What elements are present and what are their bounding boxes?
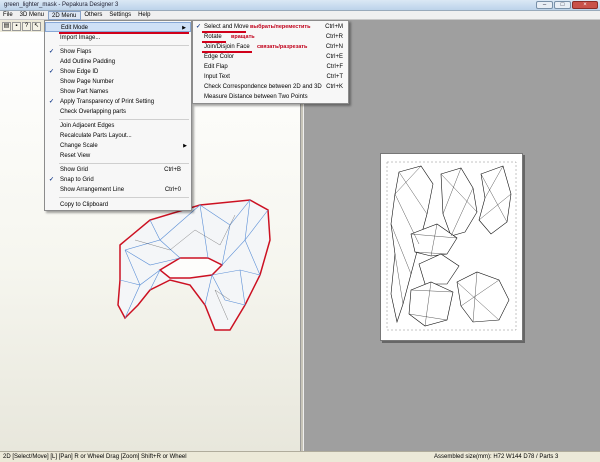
menu-item-show-grid[interactable]: Show Grid Ctrl+B: [45, 165, 191, 175]
open-icon[interactable]: ▤: [2, 21, 11, 31]
status-mode-text: 2D [Select/Move] [L] [Pan] R or Wheel Dr…: [3, 454, 187, 460]
print-page: [380, 153, 523, 341]
menu-item-edit-flap[interactable]: Edit Flap Ctrl+F: [193, 62, 348, 72]
menu-item-show-page-number[interactable]: Show Page Number: [45, 77, 191, 87]
menu-item-label: Show Part Names: [60, 89, 109, 95]
status-bar: 2D [Select/Move] [L] [Pan] R or Wheel Dr…: [0, 451, 600, 462]
checkmark-icon: ✓: [49, 99, 55, 105]
menu-2d-dropdown: Edit Mode ▶ Import Image... ✓ Show Flaps…: [44, 20, 192, 211]
menu-item-label: Show Edge ID: [60, 69, 99, 75]
menu-settings[interactable]: Settings: [106, 11, 135, 20]
menu-item-label: Recalculate Parts Layout...: [60, 133, 132, 139]
toolbar: ▤ ▪ ? ↖: [0, 20, 46, 32]
menu-item-join-adjacent-edges[interactable]: Join Adjacent Edges: [45, 121, 191, 131]
menu-item-label: Input Text: [204, 74, 230, 80]
menu-separator: [59, 163, 189, 164]
help-icon[interactable]: ?: [22, 21, 31, 31]
menu-item-label: Measure Distance between Two Points: [204, 94, 308, 100]
annotation-select-move: выбрать/переместить: [250, 24, 311, 30]
minimize-button[interactable]: –: [536, 1, 553, 9]
submenu-arrow-icon: ▶: [183, 143, 187, 149]
menu-item-label: Add Outline Padding: [60, 59, 116, 65]
menu-item-snap-to-grid[interactable]: ✓ Snap to Grid: [45, 175, 191, 185]
checkmark-icon: ✓: [49, 177, 55, 183]
status-assembled-size: Assembled size(mm): H72 W144 D78 / Parts…: [434, 454, 559, 460]
menu-item-label: Show Grid: [60, 167, 89, 173]
menu-item-show-part-names[interactable]: Show Part Names: [45, 87, 191, 97]
menu-item-shortcut: Ctrl+E: [326, 54, 343, 60]
menu-item-label: Apply Transparency of Print Setting: [60, 99, 155, 105]
menu-item-shortcut: Ctrl+B: [164, 167, 181, 173]
menu-item-check-overlapping[interactable]: Check Overlapping parts: [45, 107, 191, 117]
menu-item-label: Reset View: [60, 153, 91, 159]
menu-item-label: Edge Color: [204, 54, 235, 60]
annotation-rotate: вращать: [231, 34, 255, 40]
menu-item-input-text[interactable]: Input Text Ctrl+T: [193, 72, 348, 82]
edit-mode-submenu: ✓ Select and Move выбрать/переместить Ct…: [192, 20, 349, 104]
title-bar: green_lighter_mask - Pepakura Designer 3…: [0, 0, 600, 11]
menu-others[interactable]: Others: [81, 11, 106, 20]
menu-item-shortcut: Ctrl+R: [325, 34, 343, 40]
menu-item-recalculate-layout[interactable]: Recalculate Parts Layout...: [45, 131, 191, 141]
menu-item-label: Copy to Clipboard: [60, 202, 109, 208]
menu-item-import-image[interactable]: Import Image...: [45, 33, 191, 43]
menu-item-show-flaps[interactable]: ✓ Show Flaps: [45, 47, 191, 57]
menu-item-change-scale[interactable]: Change Scale ▶: [45, 141, 191, 151]
checkmark-icon: ✓: [196, 24, 202, 30]
menu-separator: [59, 119, 189, 120]
menu-item-label: Show Flaps: [60, 49, 92, 55]
checkmark-icon: ✓: [49, 69, 55, 75]
menu-item-label: Snap to Grid: [60, 177, 94, 183]
menu-item-label: Check Overlapping parts: [60, 109, 127, 115]
menu-item-measure-distance[interactable]: Measure Distance between Two Points: [193, 92, 348, 102]
select-icon[interactable]: ↖: [32, 21, 41, 31]
menu-item-apply-transparency[interactable]: ✓ Apply Transparency of Print Setting: [45, 97, 191, 107]
menu-item-label: Show Arrangement Line: [60, 187, 125, 193]
menu-2d[interactable]: 2D Menu: [48, 11, 82, 20]
menu-help[interactable]: Help: [135, 11, 154, 20]
menu-separator: [59, 197, 189, 198]
menu-item-reset-view[interactable]: Reset View: [45, 151, 191, 161]
menu-item-shortcut: Ctrl+F: [326, 64, 344, 70]
save-icon[interactable]: ▪: [12, 21, 21, 31]
menu-bar: File 3D Menu 2D Menu Others Settings Hel…: [0, 11, 600, 20]
menu-item-label: Check Correspondence between 2D and 3D: [204, 84, 322, 90]
menu-3d[interactable]: 3D Menu: [17, 11, 48, 20]
unfolded-parts: [386, 161, 517, 331]
menu-item-shortcut: Ctrl+M: [325, 24, 343, 30]
menu-item-add-outline-padding[interactable]: Add Outline Padding: [45, 57, 191, 67]
menu-item-label: Import Image...: [60, 35, 101, 41]
maximize-button[interactable]: □: [554, 1, 571, 9]
menu-item-label: Edit Flap: [204, 64, 228, 70]
menu-item-edit-mode[interactable]: Edit Mode ▶: [45, 22, 191, 32]
checkmark-icon: ✓: [49, 49, 55, 55]
close-button[interactable]: ×: [572, 1, 598, 9]
window-controls: – □ ×: [536, 1, 598, 9]
menu-separator: [59, 45, 189, 46]
menu-item-shortcut: Ctrl+N: [325, 44, 343, 50]
menu-item-shortcut: Ctrl+0: [164, 187, 181, 193]
menu-item-shortcut: Ctrl+K: [326, 84, 343, 90]
menu-item-label: Change Scale: [60, 143, 98, 149]
menu-item-copy-to-clipboard[interactable]: Copy to Clipboard: [45, 200, 191, 210]
menu-item-check-correspondence[interactable]: Check Correspondence between 2D and 3D C…: [193, 82, 348, 92]
menu-item-label: Show Page Number: [60, 79, 114, 85]
window-title: green_lighter_mask - Pepakura Designer 3: [4, 2, 119, 8]
menu-file[interactable]: File: [0, 11, 17, 20]
menu-item-show-edge-id[interactable]: ✓ Show Edge ID: [45, 67, 191, 77]
menu-item-show-arrangement-line[interactable]: Show Arrangement Line Ctrl+0: [45, 185, 191, 195]
menu-item-edge-color[interactable]: Edge Color Ctrl+E: [193, 52, 348, 62]
menu-item-label: Join Adjacent Edges: [60, 123, 115, 129]
annotation-join-disjoin: связать/разрезать: [257, 44, 308, 50]
menu-item-shortcut: Ctrl+T: [326, 74, 344, 80]
